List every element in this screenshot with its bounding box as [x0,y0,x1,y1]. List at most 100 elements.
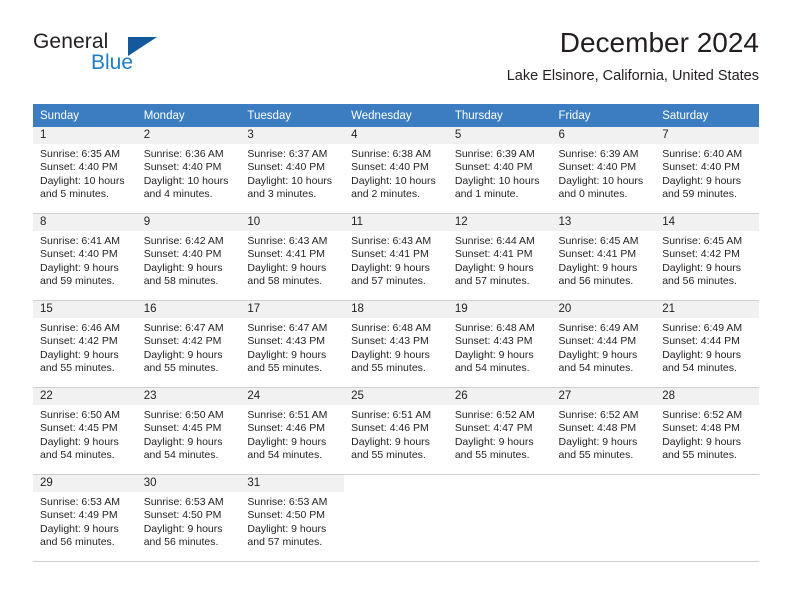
calendar-page: General Blue December 2024 Lake Elsinore… [0,0,792,612]
day-cell-empty [448,475,552,561]
sunrise-text: Sunrise: 6:36 AM [143,148,224,160]
day-cell[interactable]: 25 Sunrise: 6:51 AM Sunset: 4:46 PM Dayligh… [344,388,448,474]
day-cell[interactable]: 2 Sunrise: 6:36 AM Sunset: 4:40 PM Daylight… [136,127,241,213]
page-title: December 2024 [559,27,759,58]
sunrise-text: Sunrise: 6:51 AM [351,409,432,421]
daylight-text: Daylight: 10 hours and 5 minutes. [40,174,125,201]
sunset-text: Sunset: 4:46 PM [351,422,429,435]
day-cell[interactable]: 29 Sunrise: 6:53 AM Sunset: 4:49 PM Dayligh… [33,475,137,561]
sunset-text: Sunset: 4:44 PM [558,335,637,348]
day-number [344,475,448,492]
sunset-text: Sunset: 4:45 PM [40,422,118,435]
sunrise-text: Sunrise: 6:48 AM [454,322,535,334]
sunrise-text: Sunrise: 6:41 AM [40,235,120,247]
sunset-text: Sunset: 4:47 PM [454,422,533,435]
day-number [552,475,656,492]
day-number: 12 [447,214,552,231]
day-number: 14 [655,214,759,231]
day-cell[interactable]: 22 Sunrise: 6:50 AM Sunset: 4:45 PM Dayligh… [33,388,137,474]
daylight-text: Daylight: 9 hours and 57 minutes. [351,261,430,288]
day-cell[interactable]: 28 Sunrise: 6:52 AM Sunset: 4:48 PM Dayligh… [655,388,759,474]
day-cell[interactable]: 14 Sunrise: 6:45 AM Sunset: 4:42 PM Dayligh… [655,214,759,300]
day-cell[interactable]: 13 Sunrise: 6:45 AM Sunset: 4:41 PM Dayligh… [551,214,656,300]
daylight-text: Daylight: 9 hours and 58 minutes. [247,261,327,288]
daylight-text: Daylight: 9 hours and 54 minutes. [247,435,327,462]
week-row: 1 Sunrise: 6:35 AM Sunset: 4:40 PM Daylight… [33,127,759,213]
day-cell[interactable]: 7 Sunrise: 6:40 AM Sunset: 4:40 PM Daylight… [655,127,759,213]
day-cell[interactable]: 11 Sunrise: 6:43 AM Sunset: 4:41 PM Dayligh… [344,214,448,300]
day-cell[interactable]: 20 Sunrise: 6:49 AM Sunset: 4:44 PM Dayligh… [551,301,656,387]
day-number: 26 [447,388,552,405]
day-cell[interactable]: 21 Sunrise: 6:49 AM Sunset: 4:44 PM Dayligh… [655,301,759,387]
daylight-text: Daylight: 10 hours and 3 minutes. [247,174,333,201]
weekday-header-thursday: Thursday [447,104,552,127]
sunrise-text: Sunrise: 6:39 AM [454,148,535,160]
day-number: 27 [551,388,656,405]
day-cell[interactable]: 18 Sunrise: 6:48 AM Sunset: 4:43 PM Dayligh… [344,301,448,387]
sunrise-text: Sunrise: 6:39 AM [558,148,639,160]
day-cell[interactable]: 15 Sunrise: 6:46 AM Sunset: 4:42 PM Dayligh… [33,301,137,387]
day-cell-empty [344,475,448,561]
day-cell[interactable]: 27 Sunrise: 6:52 AM Sunset: 4:48 PM Dayligh… [551,388,656,474]
week-row: 8 Sunrise: 6:41 AM Sunset: 4:40 PM Daylight… [33,214,759,300]
sunrise-text: Sunrise: 6:52 AM [454,409,535,421]
sunrise-text: Sunrise: 6:35 AM [40,148,120,160]
day-number: 5 [447,127,552,144]
day-cell[interactable]: 19 Sunrise: 6:48 AM Sunset: 4:43 PM Dayligh… [447,301,552,387]
sunrise-text: Sunrise: 6:37 AM [247,148,328,160]
sunset-text: Sunset: 4:40 PM [40,161,118,174]
calendar-grid: Sunday Monday Tuesday Wednesday Thursday… [33,104,759,562]
day-cell-empty [655,475,759,561]
day-cell[interactable]: 26 Sunrise: 6:52 AM Sunset: 4:47 PM Dayligh… [447,388,552,474]
weekday-header-monday: Monday [136,104,241,127]
day-cell[interactable]: 5 Sunrise: 6:39 AM Sunset: 4:40 PM Daylight… [447,127,552,213]
sunset-text: Sunset: 4:41 PM [247,248,326,261]
day-cell[interactable]: 23 Sunrise: 6:50 AM Sunset: 4:45 PM Dayligh… [136,388,241,474]
sunrise-text: Sunrise: 6:38 AM [351,148,432,160]
daylight-text: Daylight: 9 hours and 56 minutes. [558,261,638,288]
day-cell[interactable]: 8 Sunrise: 6:41 AM Sunset: 4:40 PM Daylight… [33,214,137,300]
day-cell[interactable]: 6 Sunrise: 6:39 AM Sunset: 4:40 PM Daylight… [551,127,656,213]
daylight-text: Daylight: 10 hours and 4 minutes. [143,174,229,201]
day-number: 15 [33,301,137,318]
sunset-text: Sunset: 4:48 PM [662,422,740,435]
sunset-text: Sunset: 4:41 PM [454,248,533,261]
daylight-text: Daylight: 9 hours and 56 minutes. [143,522,223,549]
sunrise-text: Sunrise: 6:47 AM [247,322,328,334]
sunrise-text: Sunrise: 6:52 AM [558,409,639,421]
day-cell[interactable]: 3 Sunrise: 6:37 AM Sunset: 4:40 PM Daylight… [240,127,345,213]
day-cell[interactable]: 31 Sunrise: 6:53 AM Sunset: 4:50 PM Dayligh… [240,475,345,561]
daylight-text: Daylight: 9 hours and 54 minutes. [40,435,119,462]
day-number: 6 [551,127,656,144]
day-cell[interactable]: 16 Sunrise: 6:47 AM Sunset: 4:42 PM Dayligh… [136,301,241,387]
daylight-text: Daylight: 9 hours and 56 minutes. [40,522,119,549]
sunrise-text: Sunrise: 6:52 AM [662,409,743,421]
sunset-text: Sunset: 4:48 PM [558,422,637,435]
daylight-text: Daylight: 9 hours and 54 minutes. [143,435,223,462]
day-cell[interactable]: 4 Sunrise: 6:38 AM Sunset: 4:40 PM Daylight… [344,127,448,213]
day-number: 28 [655,388,759,405]
day-number: 20 [551,301,656,318]
day-cell[interactable]: 9 Sunrise: 6:42 AM Sunset: 4:40 PM Daylight… [136,214,241,300]
day-number: 10 [240,214,345,231]
day-cell[interactable]: 17 Sunrise: 6:47 AM Sunset: 4:43 PM Dayligh… [240,301,345,387]
sunset-text: Sunset: 4:40 PM [40,248,118,261]
day-cell[interactable]: 30 Sunrise: 6:53 AM Sunset: 4:50 PM Dayligh… [136,475,241,561]
day-cell[interactable]: 10 Sunrise: 6:43 AM Sunset: 4:41 PM Dayligh… [240,214,345,300]
week-row: 22 Sunrise: 6:50 AM Sunset: 4:45 PM Dayligh… [33,388,759,474]
general-blue-logo[interactable]: General Blue [33,30,213,86]
weekday-header-sunday: Sunday [33,104,137,127]
location-subtitle: Lake Elsinore, California, United States [506,68,759,84]
day-cell-empty [552,475,656,561]
sunrise-text: Sunrise: 6:43 AM [351,235,432,247]
day-cell[interactable]: 12 Sunrise: 6:44 AM Sunset: 4:41 PM Dayligh… [447,214,552,300]
day-cell[interactable]: 1 Sunrise: 6:35 AM Sunset: 4:40 PM Daylight… [33,127,137,213]
sunrise-text: Sunrise: 6:46 AM [40,322,120,334]
sunset-text: Sunset: 4:40 PM [662,161,740,174]
sunset-text: Sunset: 4:40 PM [351,161,429,174]
sunrise-text: Sunrise: 6:51 AM [247,409,328,421]
day-cell[interactable]: 24 Sunrise: 6:51 AM Sunset: 4:46 PM Dayligh… [240,388,345,474]
day-number: 23 [136,388,241,405]
sunset-text: Sunset: 4:46 PM [247,422,326,435]
sunrise-text: Sunrise: 6:50 AM [143,409,224,421]
